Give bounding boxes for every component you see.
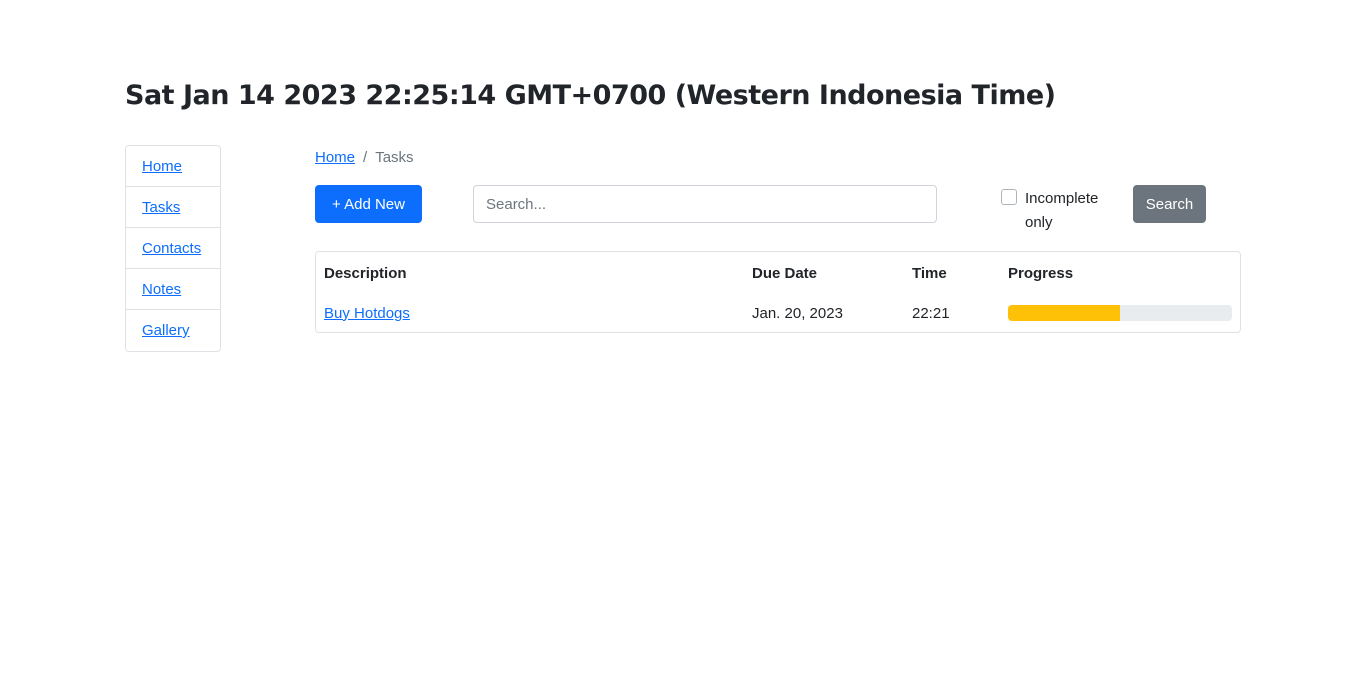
sidebar-item-notes[interactable]: Notes xyxy=(126,269,220,310)
column-header-description: Description xyxy=(324,264,407,282)
progress-bar-fill xyxy=(1008,305,1120,321)
incomplete-only-checkbox[interactable] xyxy=(1001,189,1017,205)
search-input[interactable] xyxy=(473,185,937,223)
breadcrumb-separator: / xyxy=(363,149,368,166)
progress-bar xyxy=(1008,305,1232,321)
breadcrumb-current: Tasks xyxy=(375,149,414,166)
due-date-cell: Jan. 20, 2023 xyxy=(752,304,843,322)
sidebar-item-gallery[interactable]: Gallery xyxy=(126,310,220,351)
add-new-button[interactable]: + Add New xyxy=(315,185,422,223)
tasks-table: Description Due Date Time Progress Buy H… xyxy=(315,251,1241,333)
page-title: Sat Jan 14 2023 22:25:14 GMT+0700 (Weste… xyxy=(125,80,1056,111)
sidebar-item-tasks[interactable]: Tasks xyxy=(126,187,220,228)
incomplete-only-label[interactable]: Incomplete only xyxy=(1025,187,1115,235)
sidebar-nav: Home Tasks Contacts Notes Gallery xyxy=(125,145,221,352)
breadcrumb: Home / Tasks xyxy=(315,149,414,166)
column-header-due-date: Due Date xyxy=(752,264,818,282)
column-header-time: Time xyxy=(912,264,947,282)
table-row: Buy Hotdogs Jan. 20, 2023 22:21 xyxy=(316,294,1240,332)
search-button[interactable]: Search xyxy=(1133,185,1206,223)
column-header-progress: Progress xyxy=(1008,264,1074,282)
breadcrumb-home-link[interactable]: Home xyxy=(315,149,355,166)
sidebar-item-home[interactable]: Home xyxy=(126,146,220,187)
sidebar-item-contacts[interactable]: Contacts xyxy=(126,228,220,269)
task-link[interactable]: Buy Hotdogs xyxy=(324,305,410,322)
time-cell: 22:21 xyxy=(912,304,950,322)
